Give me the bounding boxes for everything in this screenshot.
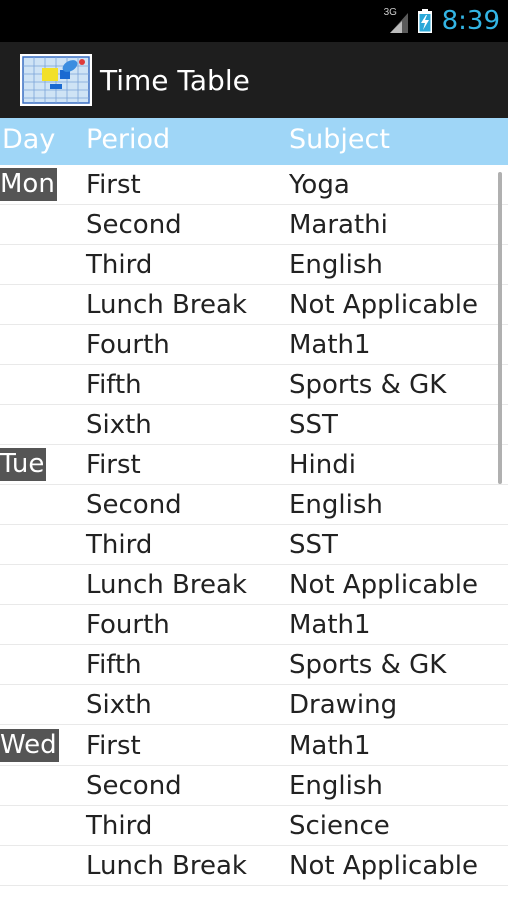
subject-cell: English [289,250,383,280]
subject-cell: Drawing [289,690,398,720]
day-badge: Wed [0,729,59,762]
table-row[interactable]: Lunch Break Not Applicable [0,565,508,605]
day-badge: Mon [0,168,57,201]
period-cell: First [86,450,141,480]
subject-cell: Yoga [289,170,350,200]
period-cell: Lunch Break [86,570,247,600]
subject-cell: Marathi [289,210,388,240]
period-cell: Fifth [86,370,142,400]
table-row[interactable]: Second English [0,766,508,806]
app-title: Time Table [100,64,250,97]
period-cell: Third [86,530,153,560]
table-row[interactable]: Third English [0,245,508,285]
subject-cell: SST [289,410,338,440]
subject-cell: Hindi [289,450,356,480]
header-period: Period [86,124,171,155]
subject-cell: English [289,771,383,801]
table-row[interactable]: Mon First Yoga [0,165,508,205]
table-row[interactable]: Fourth Math1 [0,325,508,365]
period-cell: Second [86,210,182,240]
subject-cell: Math1 [289,731,371,761]
table-row[interactable]: Third Science [0,806,508,846]
table-row[interactable]: Fourth Math1 [0,605,508,645]
timetable-list[interactable]: Mon First Yoga Second Marathi Third Engl… [0,165,508,900]
subject-cell: Not Applicable [289,851,479,881]
period-cell: Fourth [86,610,170,640]
table-row[interactable]: Lunch Break Not Applicable [0,285,508,325]
table-row[interactable]: Lunch Break Not Applicable [0,846,508,886]
period-cell: First [86,731,141,761]
table-row[interactable]: Second Marathi [0,205,508,245]
table-row[interactable]: Sixth SST [0,405,508,445]
period-cell: Lunch Break [86,851,247,881]
period-cell: Second [86,771,182,801]
table-row[interactable]: Second English [0,485,508,525]
period-cell: Fifth [86,650,142,680]
subject-cell: Sports & GK [289,370,447,400]
period-cell: Fourth [86,330,170,360]
subject-cell: Not Applicable [289,290,479,320]
subject-cell: Science [289,811,390,841]
period-cell: Third [86,811,153,841]
scrollbar[interactable] [498,172,502,484]
status-bar: 3G 8:39 [0,0,508,42]
table-row[interactable]: Wed First Math1 [0,726,508,766]
period-cell: Lunch Break [86,290,247,320]
period-cell: Second [86,490,182,520]
subject-cell: Not Applicable [289,570,479,600]
table-row[interactable]: Fifth Sports & GK [0,645,508,685]
action-bar: Time Table [0,42,508,118]
subject-cell: Sports & GK [289,650,447,680]
day-badge: Tue [0,448,47,481]
header-day: Day [2,124,56,155]
status-clock: 8:39 [441,6,500,36]
period-cell: Sixth [86,690,152,720]
header-subject: Subject [289,124,390,155]
timetable-app-icon[interactable] [20,54,92,106]
period-cell: Sixth [86,410,152,440]
table-row[interactable]: Fifth Sports & GK [0,365,508,405]
subject-cell: Math1 [289,610,371,640]
battery-charging-icon [417,9,432,33]
period-cell: Third [86,250,153,280]
subject-cell: English [289,490,383,520]
table-header: Day Period Subject [0,118,508,165]
signal-icon: 3G [384,7,410,35]
table-row[interactable]: Tue First Hindi [0,445,508,485]
table-row[interactable]: Sixth Drawing [0,685,508,725]
status-icons: 3G 8:39 [384,6,500,36]
subject-cell: Math1 [289,330,371,360]
period-cell: First [86,170,141,200]
table-row[interactable]: Third SST [0,525,508,565]
subject-cell: SST [289,530,338,560]
